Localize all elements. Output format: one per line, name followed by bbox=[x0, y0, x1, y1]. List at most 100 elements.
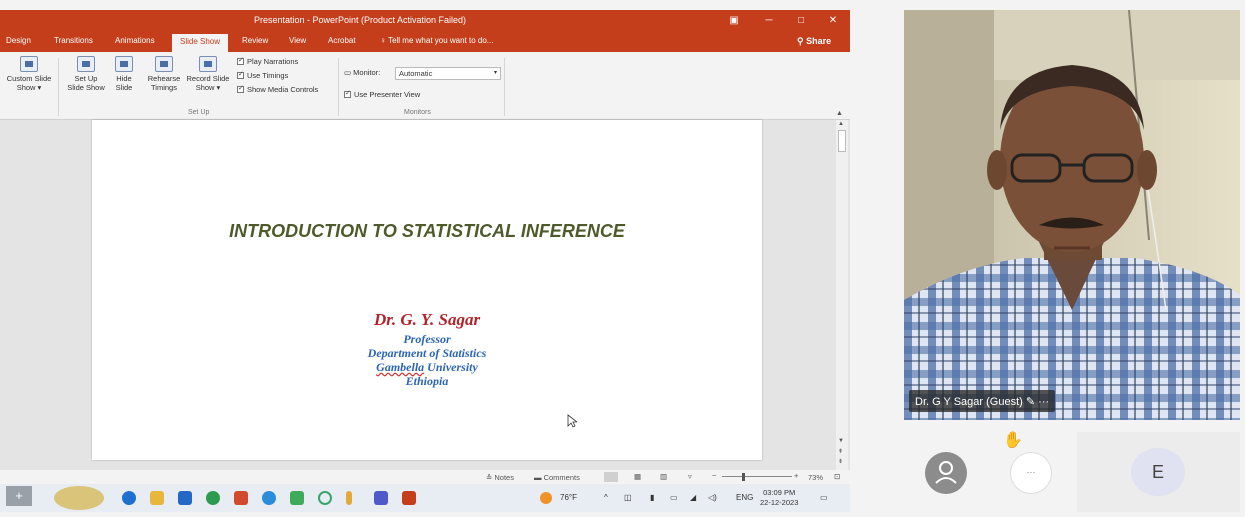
set-up-slide-show-button[interactable]: Set Up Slide Show bbox=[64, 56, 108, 92]
monitor-select[interactable]: Automatic ▾ bbox=[395, 67, 501, 80]
system-clock[interactable]: 03:09 PM 22-12-2023 bbox=[760, 488, 798, 508]
participant-name-tag[interactable]: Dr. G Y Sagar (Guest) ✎ ··· bbox=[909, 390, 1056, 412]
slide-canvas[interactable]: INTRODUCTION TO STATISTICAL INFERENCE Dr… bbox=[92, 120, 762, 460]
participant-video-frame bbox=[904, 10, 1240, 420]
powerpoint-window: Presentation - PowerPoint (Product Activ… bbox=[0, 10, 850, 512]
chevron-up-icon[interactable]: ^ bbox=[604, 493, 608, 502]
edge-browser-icon[interactable] bbox=[122, 491, 136, 505]
zoom-slider-thumb[interactable] bbox=[742, 473, 745, 481]
use-presenter-view-checkbox[interactable]: Use Presenter View bbox=[344, 89, 421, 99]
zoom-level[interactable]: 73% bbox=[808, 473, 823, 482]
notes-button[interactable]: ≙ Notes bbox=[486, 473, 514, 482]
custom-slide-show-button[interactable]: Custom Slide Show ▾ bbox=[4, 56, 54, 92]
tab-design[interactable]: Design bbox=[6, 36, 31, 45]
slide-editor: INTRODUCTION TO STATISTICAL INFERENCE Dr… bbox=[0, 120, 850, 470]
tell-me-box[interactable]: ♀ Tell me what you want to do... bbox=[380, 36, 493, 45]
tab-view[interactable]: View bbox=[289, 36, 306, 45]
author-university: Gambella University bbox=[242, 360, 612, 375]
volume-icon[interactable]: ◁) bbox=[708, 493, 717, 502]
comment-icon: ▬ bbox=[534, 473, 544, 482]
set-up-label-1: Set Up bbox=[74, 74, 98, 83]
tab-slide-show[interactable]: Slide Show bbox=[172, 34, 229, 52]
tab-transitions[interactable]: Transitions bbox=[54, 36, 93, 45]
chevron-down-icon: ▾ bbox=[493, 70, 497, 76]
weather-icon bbox=[540, 492, 552, 504]
pin-icon[interactable]: ✎ bbox=[1026, 396, 1038, 408]
camera-icon[interactable]: ◫ bbox=[624, 493, 632, 502]
language-indicator[interactable]: ENG bbox=[736, 493, 753, 502]
hide-label-1: Hide bbox=[116, 74, 132, 83]
chrome-icon[interactable] bbox=[262, 491, 276, 505]
divider bbox=[58, 58, 59, 116]
show-media-controls-label: Show Media Controls bbox=[247, 85, 319, 94]
author-name: Dr. G. Y. Sagar bbox=[373, 310, 481, 329]
zoom-slider[interactable] bbox=[722, 476, 792, 477]
more-participants-button[interactable]: ··· bbox=[1010, 452, 1052, 494]
sticky-icon[interactable] bbox=[346, 491, 352, 505]
zoom-out-icon[interactable]: − bbox=[712, 471, 716, 480]
reading-view-icon[interactable]: ▥ bbox=[660, 472, 667, 481]
whatsapp-icon[interactable] bbox=[206, 491, 220, 505]
tab-acrobat[interactable]: Acrobat bbox=[328, 36, 356, 45]
title-bar: Presentation - PowerPoint (Product Activ… bbox=[0, 10, 850, 32]
microphone-icon[interactable]: ▮ bbox=[650, 493, 654, 502]
participant-name: Dr. G Y Sagar (Guest) bbox=[915, 396, 1023, 408]
more-options-icon[interactable]: ··· bbox=[1038, 396, 1049, 408]
wifi-icon[interactable]: ◢ bbox=[690, 493, 696, 502]
participant-avatar-button[interactable] bbox=[925, 452, 967, 494]
powerpoint-icon[interactable] bbox=[402, 491, 416, 505]
collapse-ribbon-icon[interactable]: ▲ bbox=[836, 110, 843, 117]
university-word-2: University bbox=[427, 360, 478, 374]
windows-taskbar: + 76°F ^ ◫ ▮ ▭ ◢ ◁) ENG 03:09 PM 22-12-2… bbox=[0, 484, 850, 512]
tab-animations[interactable]: Animations bbox=[115, 36, 155, 45]
comments-button[interactable]: ▬ Comments bbox=[534, 473, 580, 482]
battery-icon[interactable]: ▭ bbox=[670, 493, 678, 502]
minimize-button[interactable]: ─ bbox=[760, 13, 778, 29]
start-button[interactable]: + bbox=[6, 486, 32, 506]
person-icon: ⚲ bbox=[797, 36, 807, 46]
zoom-in-icon[interactable]: + bbox=[794, 471, 798, 480]
hide-label-2: Slide bbox=[115, 83, 133, 92]
scroll-up-icon[interactable]: ▲ bbox=[838, 121, 844, 127]
rehearse-label-2: Timings bbox=[151, 83, 177, 92]
scroll-down-icon[interactable]: ▼ bbox=[838, 438, 844, 444]
clock-date: 22-12-2023 bbox=[760, 498, 799, 507]
slideshow-view-icon[interactable]: ▿ bbox=[688, 472, 692, 481]
raise-hand-icon: ✋ bbox=[1003, 432, 1023, 449]
record-label-2: Show ▾ bbox=[195, 83, 221, 92]
close-button[interactable]: ✕ bbox=[824, 13, 842, 29]
tab-review[interactable]: Review bbox=[242, 36, 268, 45]
rehearse-timings-button[interactable]: Rehearse Timings bbox=[144, 56, 184, 92]
hide-slide-button[interactable]: Hide Slide bbox=[110, 56, 138, 92]
sun-widget-icon[interactable] bbox=[54, 486, 104, 510]
stopwatch-icon bbox=[155, 56, 173, 72]
app-icon[interactable] bbox=[234, 491, 248, 505]
maximize-button[interactable]: □ bbox=[792, 13, 810, 29]
next-slide-icon[interactable]: ⇟ bbox=[838, 458, 843, 465]
use-timings-checkbox[interactable]: Use Timings bbox=[237, 70, 288, 80]
weather-temp[interactable]: 76°F bbox=[560, 493, 577, 502]
teams-icon[interactable] bbox=[374, 491, 388, 505]
ribbon-display-icon[interactable]: ▣ bbox=[725, 13, 743, 29]
record-slide-show-button[interactable]: Record Slide Show ▾ bbox=[184, 56, 232, 92]
monitor-label: ▭ Monitor: bbox=[344, 68, 380, 77]
previous-slide-icon[interactable]: ⇞ bbox=[838, 448, 843, 455]
file-explorer-icon[interactable] bbox=[150, 491, 164, 505]
vertical-scrollbar[interactable]: ▲ ▼ ⇞ ⇟ bbox=[836, 120, 848, 470]
drive-icon[interactable] bbox=[290, 491, 304, 505]
play-narrations-checkbox[interactable]: Play Narrations bbox=[237, 56, 298, 66]
scroll-thumb[interactable] bbox=[838, 130, 846, 152]
fit-to-window-icon[interactable]: ⊡ bbox=[834, 472, 840, 481]
checkbox-icon bbox=[237, 84, 244, 93]
ring-app-icon[interactable] bbox=[318, 491, 332, 505]
use-presenter-view-label: Use Presenter View bbox=[354, 90, 421, 99]
notification-icon[interactable]: ▭ bbox=[820, 493, 828, 502]
slide-sorter-icon[interactable]: ▦ bbox=[634, 472, 641, 481]
store-icon[interactable] bbox=[178, 491, 192, 505]
show-media-controls-checkbox[interactable]: Show Media Controls bbox=[237, 84, 319, 94]
person-icon bbox=[935, 461, 957, 484]
normal-view-icon[interactable] bbox=[604, 472, 618, 482]
monitor-label-text: Monitor: bbox=[353, 68, 381, 77]
status-bar: ≙ Notes ▬ Comments ▦ ▥ ▿ − + 73% ⊡ bbox=[0, 470, 850, 484]
share-button[interactable]: ⚲ Share bbox=[797, 36, 831, 47]
